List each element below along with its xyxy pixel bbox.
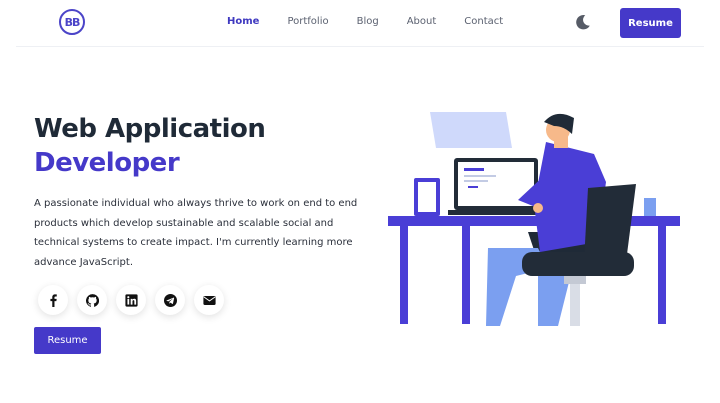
nav-item-portfolio[interactable]: Portfolio [287,16,328,27]
telegram-link[interactable] [155,285,185,315]
title-line-2: Developer [34,148,180,178]
hero-description: A passionate individual who always thriv… [34,198,358,268]
nav-item-contact[interactable]: Contact [464,16,503,27]
telegram-icon [163,293,177,307]
github-icon [85,293,99,307]
developer-illustration [388,112,680,326]
logo-text: BB [64,15,81,29]
navbar: BB Home Portfolio Blog About Contact Res… [16,0,704,47]
github-link[interactable] [77,285,107,315]
nav-menu: Home Portfolio Blog About Contact [227,16,531,27]
facebook-icon [49,293,57,307]
email-link[interactable] [194,285,224,315]
title-line-1: Web Application [34,114,266,144]
moon-icon[interactable] [574,13,592,31]
hero-resume-button[interactable]: Resume [34,327,101,354]
facebook-link[interactable] [38,285,68,315]
nav-item-blog[interactable]: Blog [357,16,379,27]
linkedin-icon [124,293,138,307]
nav-item-home[interactable]: Home [227,16,259,27]
linkedin-link[interactable] [116,285,146,315]
social-links [38,285,224,315]
nav-item-about[interactable]: About [407,16,437,27]
resume-button[interactable]: Resume [620,8,681,38]
email-icon [202,295,216,305]
hero-title: Web Application Developer [34,112,266,180]
logo[interactable]: BB [59,9,85,35]
